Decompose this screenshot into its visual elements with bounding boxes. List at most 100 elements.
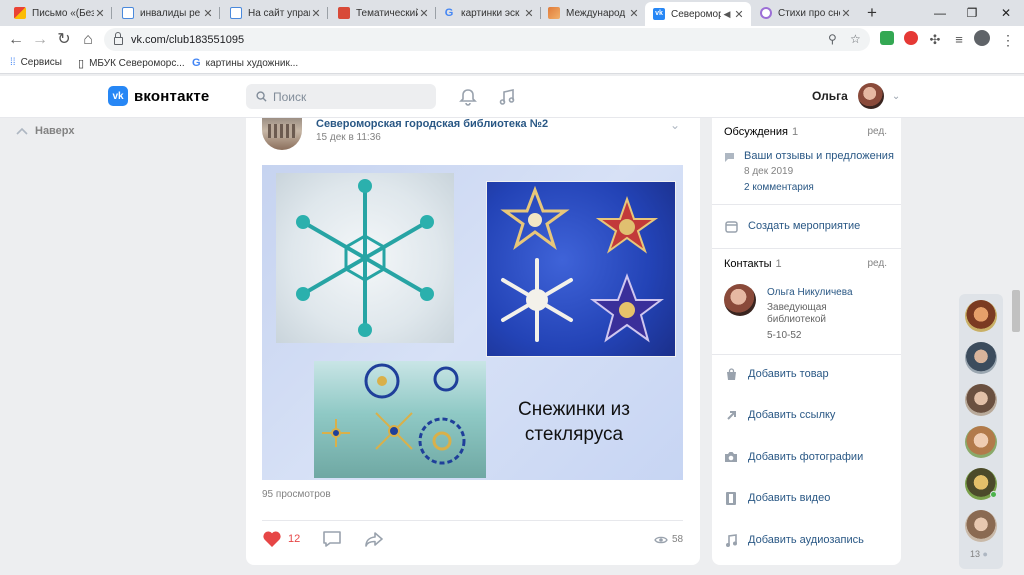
calendar-icon	[724, 219, 738, 233]
book-icon: ▯	[78, 58, 85, 70]
forward-arrow-icon[interactable]: →	[30, 30, 50, 50]
close-tab-icon[interactable]: ✕	[733, 8, 745, 21]
view-counter: 58	[654, 534, 683, 545]
back-to-top[interactable]: Наверх	[16, 125, 75, 137]
divider	[712, 204, 901, 205]
apps-grid-icon: ⁞⁞	[10, 57, 16, 68]
friend-avatar[interactable]	[965, 510, 997, 542]
menu-dots-icon[interactable]: ⋮	[998, 30, 1018, 50]
edit-contacts-link[interactable]: ред.	[867, 258, 887, 269]
post-date[interactable]: 15 дек в 11:36	[316, 132, 381, 143]
url-field[interactable]: vk.com/club183551095 ⚲ ☆	[104, 28, 870, 51]
zoom-icon[interactable]: ⚲	[828, 32, 837, 46]
discussion-comments-link[interactable]: 2 комментария	[744, 182, 814, 193]
browser-tab[interactable]: Международ ✕	[540, 2, 646, 24]
search-input[interactable]	[273, 89, 423, 104]
close-tab-icon[interactable]: ✕	[202, 7, 214, 20]
friend-avatar[interactable]	[965, 300, 997, 332]
share-button[interactable]	[364, 530, 384, 551]
speaker-icon[interactable]: ◀	[721, 9, 733, 20]
contact-role: Заведующая	[767, 302, 827, 313]
browser-tab[interactable]: G картинки эск ✕	[435, 2, 541, 24]
reload-icon[interactable]: ↻	[54, 30, 74, 50]
add-link-link[interactable]: Добавить ссылку	[724, 408, 835, 422]
post-author-link[interactable]: Североморская городская библиотека №2	[316, 118, 548, 130]
site-icon	[760, 7, 772, 19]
adblock-extension-icon[interactable]	[904, 31, 918, 45]
shield-extension-icon[interactable]	[880, 31, 894, 45]
comment-icon	[323, 531, 341, 547]
doc-icon	[230, 7, 242, 19]
puzzle-extensions-icon[interactable]: ✣	[925, 30, 945, 50]
contact-role: библиотекой	[767, 314, 827, 325]
music-icon[interactable]	[496, 86, 518, 108]
post-image[interactable]: Снежинки из стекляруса	[262, 165, 683, 480]
contact-name-link[interactable]: Ольга Никуличева	[767, 287, 853, 298]
browser-tab-active[interactable]: vk Североморск ◀ ✕	[645, 2, 751, 26]
chevron-down-icon[interactable]: ⌄	[670, 118, 680, 132]
add-audio-link[interactable]: Добавить аудиозапись	[724, 533, 864, 547]
bookmark-mbuk[interactable]: ▯ МБУК Североморс...	[78, 57, 185, 70]
edit-discussions-link[interactable]: ред.	[867, 126, 887, 137]
star-icon[interactable]: ☆	[850, 32, 861, 46]
google-icon: G	[192, 57, 201, 69]
back-arrow-icon[interactable]: ←	[6, 30, 26, 50]
comment-button[interactable]	[322, 530, 342, 551]
contact-avatar[interactable]	[724, 284, 756, 316]
group-avatar[interactable]	[262, 118, 302, 150]
browser-tab[interactable]: Письмо «(Без ✕	[6, 2, 112, 24]
playlist-icon[interactable]: ≡	[949, 30, 969, 50]
bookmark-paintings[interactable]: G картины художник...	[192, 57, 298, 69]
friend-avatar[interactable]	[965, 342, 997, 374]
friend-avatar[interactable]	[965, 384, 997, 416]
site-icon	[548, 7, 560, 19]
add-photos-link[interactable]: Добавить фотографии	[724, 450, 863, 464]
friends-count[interactable]: 13 ●	[970, 549, 988, 559]
home-icon[interactable]: ⌂	[78, 30, 98, 50]
browser-tab[interactable]: Стихи про сне ✕	[752, 2, 858, 24]
add-video-link[interactable]: Добавить видео	[724, 491, 830, 505]
create-event-link[interactable]: Создать мероприятие	[724, 219, 860, 233]
discussions-header[interactable]: Обсуждения 1	[724, 126, 798, 138]
close-tab-icon[interactable]: ✕	[628, 7, 640, 20]
group-sidebar: Обсуждения 1 ред. Ваши отзывы и предложен…	[712, 118, 901, 565]
vk-logo[interactable]: vk вконтакте	[108, 86, 209, 106]
online-indicator-icon	[990, 491, 997, 498]
search-icon	[256, 91, 267, 102]
close-window-icon[interactable]: ✕	[996, 3, 1016, 23]
divider	[712, 248, 901, 249]
close-tab-icon[interactable]: ✕	[418, 7, 430, 20]
new-tab-button[interactable]: +	[862, 3, 882, 23]
close-tab-icon[interactable]: ✕	[523, 7, 535, 20]
vk-icon: vk	[653, 8, 665, 20]
contacts-header[interactable]: Контакты 1	[724, 258, 782, 270]
browser-tab-bar: Письмо «(Без ✕ инвалиды ре ✕ На сайт упр…	[0, 0, 1024, 26]
lock-icon	[114, 31, 123, 45]
browser-tab[interactable]: Тематический ✕	[330, 2, 436, 24]
bookmark-apps[interactable]: ⁞⁞ Сервисы	[10, 57, 62, 68]
chevron-up-icon	[16, 127, 28, 135]
close-tab-icon[interactable]: ✕	[840, 7, 852, 20]
address-bar: ← → ↻ ⌂ vk.com/club183551095 ⚲ ☆ ✣ ≡ ⋮	[0, 26, 1024, 54]
gold-blue-snowflakes-photo	[314, 361, 486, 478]
add-product-link[interactable]: Добавить товар	[724, 367, 829, 381]
minimize-icon[interactable]: —	[930, 3, 950, 23]
browser-tab[interactable]: инвалиды ре ✕	[114, 2, 220, 24]
scrollbar-thumb[interactable]	[1012, 290, 1020, 332]
bookmarks-bar: ⁞⁞ Сервисы ▯ МБУК Североморс... G картин…	[0, 54, 1024, 74]
discussion-topic-link[interactable]: Ваши отзывы и предложения	[744, 150, 894, 162]
browser-tab[interactable]: На сайт управ ✕	[222, 2, 328, 24]
user-menu[interactable]: Ольга ⌄	[812, 83, 900, 109]
bell-icon[interactable]	[457, 86, 479, 108]
friend-avatar[interactable]	[965, 426, 997, 458]
camera-icon	[724, 450, 738, 464]
vk-search-box[interactable]	[246, 84, 436, 109]
like-button[interactable]: 12	[262, 530, 300, 548]
close-tab-icon[interactable]: ✕	[94, 7, 106, 20]
profile-icon[interactable]	[974, 30, 990, 46]
contact-phone: 5-10-52	[767, 330, 802, 341]
google-icon: G	[444, 7, 454, 19]
friend-avatar[interactable]	[965, 468, 997, 500]
restore-icon[interactable]: ❐	[962, 3, 982, 23]
close-tab-icon[interactable]: ✕	[310, 7, 322, 20]
